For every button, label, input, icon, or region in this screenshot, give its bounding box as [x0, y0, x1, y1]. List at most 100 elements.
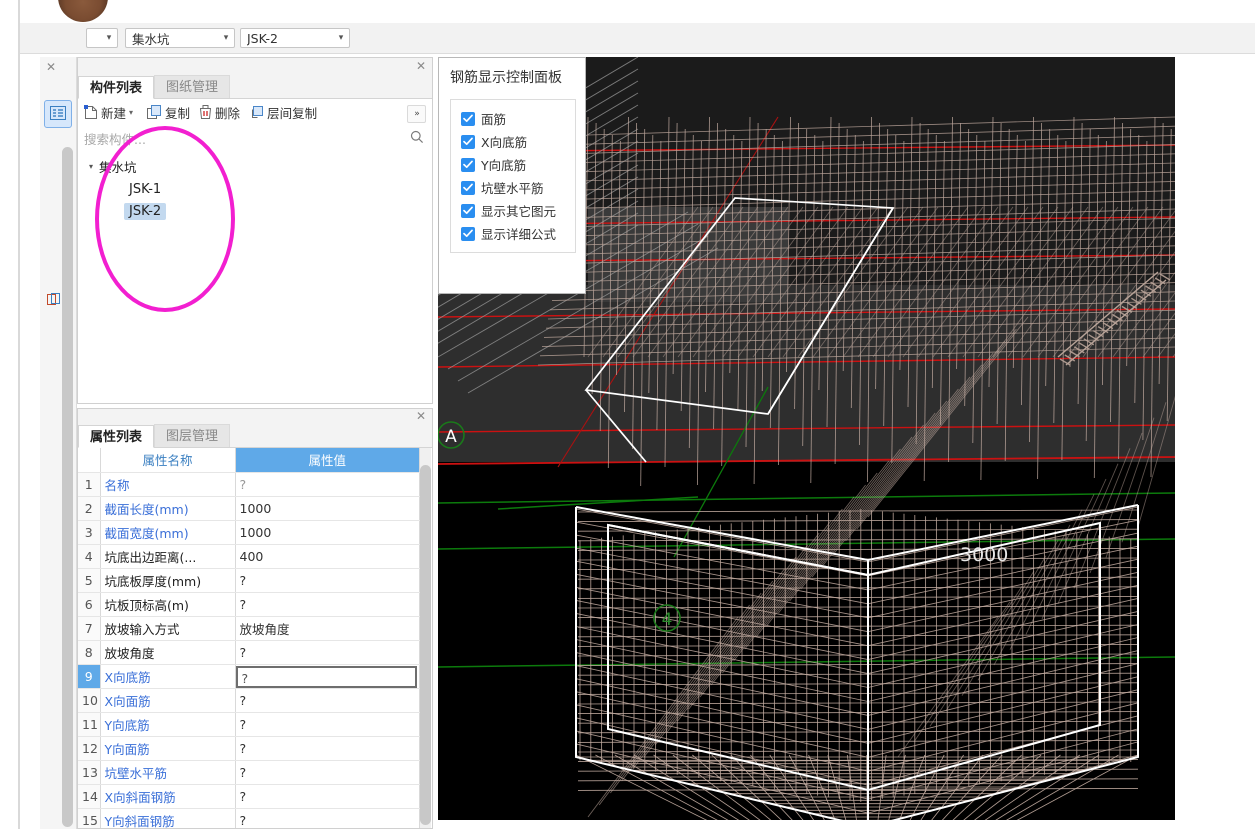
row-index[interactable]: 12 [78, 736, 101, 761]
checkbox-checked-icon[interactable] [461, 134, 475, 149]
table-row[interactable]: 7 放坡输入方式 放坡角度 [78, 616, 420, 641]
copy-button[interactable]: 复制 [141, 99, 193, 126]
property-value-cell[interactable]: ? [235, 784, 420, 809]
property-value-cell[interactable]: ? [235, 664, 420, 689]
property-value-cell[interactable]: ? [235, 568, 420, 593]
close-icon[interactable]: ✕ [414, 59, 428, 73]
property-name-cell[interactable]: 截面长度(mm) [100, 496, 236, 521]
property-name-cell[interactable]: Y向底筋 [100, 712, 236, 737]
tab-component-list[interactable]: 构件列表 [78, 76, 155, 99]
row-index[interactable]: 3 [78, 520, 101, 545]
property-value-cell[interactable]: ? [235, 592, 420, 617]
property-value-cell[interactable]: ? [235, 808, 420, 828]
close-icon[interactable]: ✕ [414, 409, 428, 423]
property-name-cell[interactable]: X向斜面钢筋 [100, 784, 236, 809]
rebar-option-row[interactable]: X向底筋 [451, 130, 575, 153]
rebar-option-row[interactable]: 面筋 [451, 107, 575, 130]
property-name-cell[interactable]: 坑壁水平筋 [100, 760, 236, 785]
checkbox-checked-icon[interactable] [461, 203, 475, 218]
property-name-cell[interactable]: Y向斜面钢筋 [100, 808, 236, 828]
row-index[interactable]: 14 [78, 784, 101, 809]
rebar-option-row[interactable]: 显示其它图元 [451, 199, 575, 222]
property-scrollbar-thumb[interactable] [420, 465, 431, 825]
property-name-cell[interactable]: 坑底板厚度(mm) [100, 568, 236, 593]
row-index[interactable]: 8 [78, 640, 101, 665]
combo-blank[interactable]: ▾ [86, 28, 118, 48]
layer-toggle-button[interactable] [46, 293, 62, 309]
rebar-option-row[interactable]: 显示详细公式 [451, 222, 575, 245]
table-row[interactable]: 1 名称? [78, 472, 420, 497]
row-index[interactable]: 11 [78, 712, 101, 737]
row-index[interactable]: 1 [78, 472, 101, 497]
delete-button[interactable]: 删除 [193, 99, 243, 126]
table-row[interactable]: 6 坑板顶标高(m)? [78, 592, 420, 617]
property-value-cell[interactable]: 1000 [235, 496, 420, 521]
property-name-cell[interactable]: X向底筋 [100, 664, 236, 689]
row-index[interactable]: 5 [78, 568, 101, 593]
property-value-cell[interactable]: 400 [235, 544, 420, 569]
table-row[interactable]: 2 截面长度(mm) 1000 [78, 496, 420, 521]
row-index[interactable]: 6 [78, 592, 101, 617]
tree-root-item[interactable]: ▾ 集水坑 [78, 151, 432, 176]
property-value-cell[interactable]: ? [235, 640, 420, 665]
property-value-cell[interactable]: ? [235, 688, 420, 713]
checkbox-checked-icon[interactable] [461, 157, 475, 172]
combo-component-type[interactable]: 集水坑 ▾ [125, 28, 235, 48]
property-name-cell[interactable]: 截面宽度(mm) [100, 520, 236, 545]
property-name-cell[interactable]: 名称 [100, 472, 236, 497]
search-icon[interactable] [410, 130, 432, 147]
tree-item-jsk-1[interactable]: JSK-1 [124, 181, 166, 198]
table-row[interactable]: 5 坑底板厚度(mm)? [78, 568, 420, 593]
combo-component-name[interactable]: JSK-2 ▾ [240, 28, 350, 48]
row-index[interactable]: 13 [78, 760, 101, 785]
copy-between-floors-button[interactable]: 层间复制 [243, 99, 320, 126]
component-list-toggle-button[interactable] [44, 100, 72, 128]
rail-scrollbar[interactable] [62, 147, 73, 827]
toolbar-overflow-button[interactable]: » [407, 105, 426, 123]
table-row[interactable]: 8 放坡角度? [78, 640, 420, 665]
row-index[interactable]: 2 [78, 496, 101, 521]
row-index[interactable]: 10 [78, 688, 101, 713]
table-row[interactable]: 9 X向底筋? [78, 664, 420, 689]
table-row[interactable]: 14 X向斜面钢筋? [78, 784, 420, 809]
row-index[interactable]: 9 [78, 664, 101, 689]
table-row[interactable]: 15 Y向斜面钢筋? [78, 808, 420, 828]
property-name-cell[interactable]: 放坡输入方式 [100, 616, 236, 641]
tab-layer-management[interactable]: 图层管理 [154, 424, 231, 447]
checkbox-checked-icon[interactable] [461, 226, 475, 241]
property-value-cell[interactable]: 1000 [235, 520, 420, 545]
property-value-cell[interactable]: ? [235, 736, 420, 761]
rail-close-icon[interactable]: ✕ [44, 60, 58, 74]
property-name-cell[interactable]: 坑底出边距离(... [100, 544, 236, 569]
table-row[interactable]: 4 坑底出边距离(... 400 [78, 544, 420, 569]
rebar-option-row[interactable]: 坑壁水平筋 [451, 176, 575, 199]
property-name-cell[interactable]: X向面筋 [100, 688, 236, 713]
property-name-cell[interactable]: 放坡角度 [100, 640, 236, 665]
tree-item-jsk-2[interactable]: JSK-2 [124, 203, 167, 220]
property-value-cell[interactable]: 放坡角度 [235, 616, 420, 641]
chevron-down-icon[interactable]: ▾ [126, 108, 138, 117]
new-button[interactable]: 新建 ▾ [78, 99, 141, 126]
property-value-cell[interactable]: ? [235, 712, 420, 737]
table-row[interactable]: 3 截面宽度(mm) 1000 [78, 520, 420, 545]
table-row[interactable]: 12 Y向面筋? [78, 736, 420, 761]
property-value-cell[interactable]: ? [235, 760, 420, 785]
table-row[interactable]: 11 Y向底筋? [78, 712, 420, 737]
row-index[interactable]: 15 [78, 808, 101, 828]
row-index[interactable]: 4 [78, 544, 101, 569]
checkbox-checked-icon[interactable] [461, 111, 475, 126]
property-name-cell[interactable]: 坑板顶标高(m) [100, 592, 236, 617]
property-value-input[interactable]: ? [235, 665, 417, 688]
tab-drawing-management[interactable]: 图纸管理 [154, 75, 231, 98]
search-input-placeholder[interactable]: 搜索构件... [78, 129, 410, 148]
table-row[interactable]: 10 X向面筋? [78, 688, 420, 713]
table-row[interactable]: 13 坑壁水平筋? [78, 760, 420, 785]
property-name-cell[interactable]: Y向面筋 [100, 736, 236, 761]
tab-property-list[interactable]: 属性列表 [78, 425, 155, 448]
checkbox-checked-icon[interactable] [461, 180, 475, 195]
rebar-option-row[interactable]: Y向底筋 [451, 153, 575, 176]
chevron-down-icon[interactable]: ▾ [89, 162, 99, 171]
property-value-cell[interactable]: ? [235, 472, 420, 497]
row-index[interactable]: 7 [78, 616, 101, 641]
component-search-row[interactable]: 搜索构件... [78, 126, 432, 152]
